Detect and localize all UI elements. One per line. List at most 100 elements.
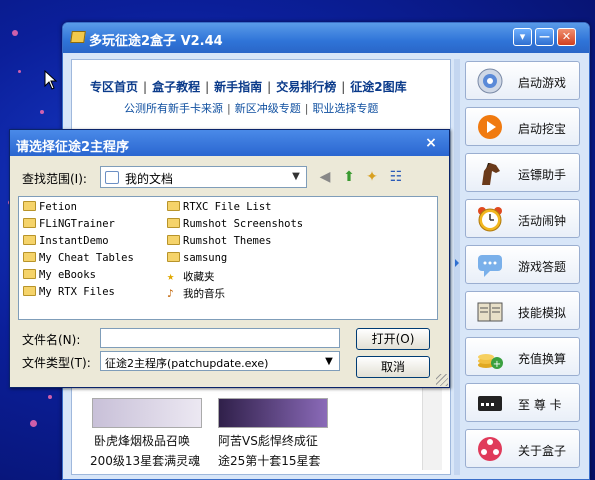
list-item-label: My RTX Files: [39, 286, 115, 298]
filename-input[interactable]: [100, 328, 340, 348]
panel-splitter[interactable]: [454, 59, 460, 475]
list-item[interactable]: Fetion: [23, 201, 77, 217]
article-title[interactable]: 200级13星套满灵魂: [90, 452, 200, 469]
sidebar-button-label: 游戏答题: [518, 260, 567, 274]
folder-icon: [23, 269, 36, 279]
article-title[interactable]: 阿苦VS彪悍终成征: [218, 432, 318, 449]
dialog-title-bar[interactable]: 请选择征途2主程序 ×: [10, 130, 449, 156]
list-item[interactable]: My Cheat Tables: [23, 252, 134, 268]
background-sparkle: [48, 395, 52, 399]
coins-icon: +: [478, 354, 503, 370]
resize-grip[interactable]: [436, 374, 448, 386]
sidebar-button-skill-sim[interactable]: 技能模拟: [465, 291, 580, 330]
nav-link-tutorial[interactable]: 盒子教程: [152, 80, 200, 94]
nav-link-home[interactable]: 专区首页: [90, 80, 138, 94]
folder-icon: [23, 235, 36, 245]
list-item[interactable]: My eBooks: [23, 269, 96, 285]
close-button[interactable]: ✕: [557, 28, 576, 46]
nav-link-class-choice[interactable]: 职业选择专题: [312, 102, 378, 115]
view-menu-icon[interactable]: ☷: [387, 168, 405, 186]
sidebar-button-escort-helper[interactable]: 运镖助手: [465, 153, 580, 192]
list-item[interactable]: InstantDemo: [23, 235, 109, 251]
list-item[interactable]: samsung: [167, 252, 227, 268]
nav-link-beginner-guide[interactable]: 新手指南: [214, 80, 262, 94]
alarm-clock-icon: [478, 207, 502, 232]
folder-icon: [167, 218, 180, 228]
sidebar-button-quiz[interactable]: 游戏答题: [465, 245, 580, 284]
filetype-label: 文件类型(T):: [22, 356, 91, 370]
list-item[interactable]: Rumshot Themes: [167, 235, 272, 251]
sidebar-button-launch-game[interactable]: 启动游戏: [465, 61, 580, 100]
list-item-label: My Cheat Tables: [39, 252, 134, 264]
dialog-close-button[interactable]: ×: [420, 134, 442, 152]
article-title[interactable]: 途25第十套15星套: [218, 452, 321, 469]
list-item[interactable]: RTXC File List: [167, 201, 272, 217]
list-item-label: 我的音乐: [183, 288, 225, 300]
secondary-nav: 公测所有新手卡来源 | 新区冲级专题 | 职业选择专题: [124, 102, 379, 115]
list-item-label: Rumshot Screenshots: [183, 218, 304, 230]
article-title[interactable]: 卧虎烽烟极品召唤: [94, 432, 190, 449]
favorites-star-icon: ★: [167, 269, 175, 283]
nav-link-newbie-cards[interactable]: 公测所有新手卡来源: [124, 102, 223, 115]
folder-icon: [167, 201, 180, 211]
about-icon: [478, 437, 502, 461]
chevron-down-icon: ▼: [325, 356, 333, 367]
app-logo-icon: [70, 31, 86, 43]
book-icon: [477, 302, 503, 322]
horse-icon: [482, 163, 500, 185]
folder-icon: [23, 252, 36, 262]
sidebar-button-vip-card[interactable]: 至 尊 卡: [465, 383, 580, 422]
list-item-label: Fetion: [39, 201, 77, 213]
nav-link-trade-ranking[interactable]: 交易排行榜: [276, 80, 336, 94]
sidebar-button-label: 至 尊 卡: [518, 398, 562, 412]
list-item-label: Rumshot Themes: [183, 235, 272, 247]
collapse-arrow-icon: [455, 259, 459, 267]
back-icon[interactable]: ◀: [316, 168, 334, 186]
new-folder-icon[interactable]: ✦: [363, 168, 381, 186]
list-item[interactable]: ★ 收藏夹: [167, 269, 215, 285]
sidebar-button-about[interactable]: 关于盒子: [465, 429, 580, 468]
cancel-button[interactable]: 取消: [356, 356, 430, 378]
filename-label: 文件名(N):: [22, 333, 81, 347]
sidebar-button-recharge[interactable]: + 充值换算: [465, 337, 580, 376]
card-icon: [478, 396, 502, 411]
play-icon: [478, 115, 502, 139]
look-in-value: 我的文档: [125, 172, 174, 186]
window-title: 多玩征途2盒子 V2.44: [89, 34, 223, 49]
look-in-select[interactable]: 我的文档 ▼: [100, 166, 307, 188]
background-sparkle: [30, 420, 37, 427]
dialog-title: 请选择征途2主程序: [16, 140, 130, 155]
mouse-cursor-icon: [44, 70, 58, 90]
list-item-label: My eBooks: [39, 269, 96, 281]
article-thumbnail[interactable]: [218, 398, 328, 428]
filetype-select[interactable]: 征途2主程序(patchupdate.exe) ▼: [100, 351, 340, 371]
open-file-dialog: 请选择征途2主程序 × 查找范围(I): 我的文档 ▼ ◀ ⬆ ✦ ☷ Feti…: [9, 129, 450, 388]
nav-link-gallery[interactable]: 征途2图库: [350, 80, 406, 94]
folder-icon: [23, 201, 36, 211]
file-list[interactable]: Fetion FLiNGTrainer InstantDemo My Cheat…: [18, 196, 438, 320]
sidebar-button-label: 启动挖宝: [518, 122, 567, 136]
primary-nav: 专区首页 | 盒子教程 | 新手指南 | 交易排行榜 | 征途2图库: [90, 80, 407, 94]
sidebar-button-label: 活动闹钟: [518, 214, 567, 228]
background-sparkle: [18, 70, 21, 73]
chevron-down-icon: ▼: [292, 171, 300, 182]
article-thumbnail[interactable]: [92, 398, 202, 428]
open-button[interactable]: 打开(O): [356, 328, 430, 350]
background-sparkle: [12, 30, 18, 36]
list-item-label: InstantDemo: [39, 235, 109, 247]
minimize-to-tray-button[interactable]: —: [535, 28, 554, 46]
list-item[interactable]: Rumshot Screenshots: [167, 218, 303, 234]
sidebar-button-label: 充值换算: [518, 352, 567, 366]
nav-link-leveling[interactable]: 新区冲级专题: [235, 102, 301, 115]
minimize-button[interactable]: ▾: [513, 28, 532, 46]
svg-text:+: +: [493, 359, 501, 370]
list-item[interactable]: ♪ 我的音乐: [167, 286, 225, 302]
up-folder-icon[interactable]: ⬆: [340, 168, 358, 186]
list-item[interactable]: FLiNGTrainer: [23, 218, 115, 234]
sidebar-button-event-alarm[interactable]: 活动闹钟: [465, 199, 580, 238]
title-bar[interactable]: 多玩征途2盒子 V2.44 ▾ — ✕: [63, 23, 589, 53]
sidebar-button-launch-treasure[interactable]: 启动挖宝: [465, 107, 580, 146]
sidebar-button-label: 关于盒子: [518, 444, 567, 458]
list-item[interactable]: My RTX Files: [23, 286, 115, 302]
look-in-label: 查找范围(I):: [22, 172, 87, 186]
